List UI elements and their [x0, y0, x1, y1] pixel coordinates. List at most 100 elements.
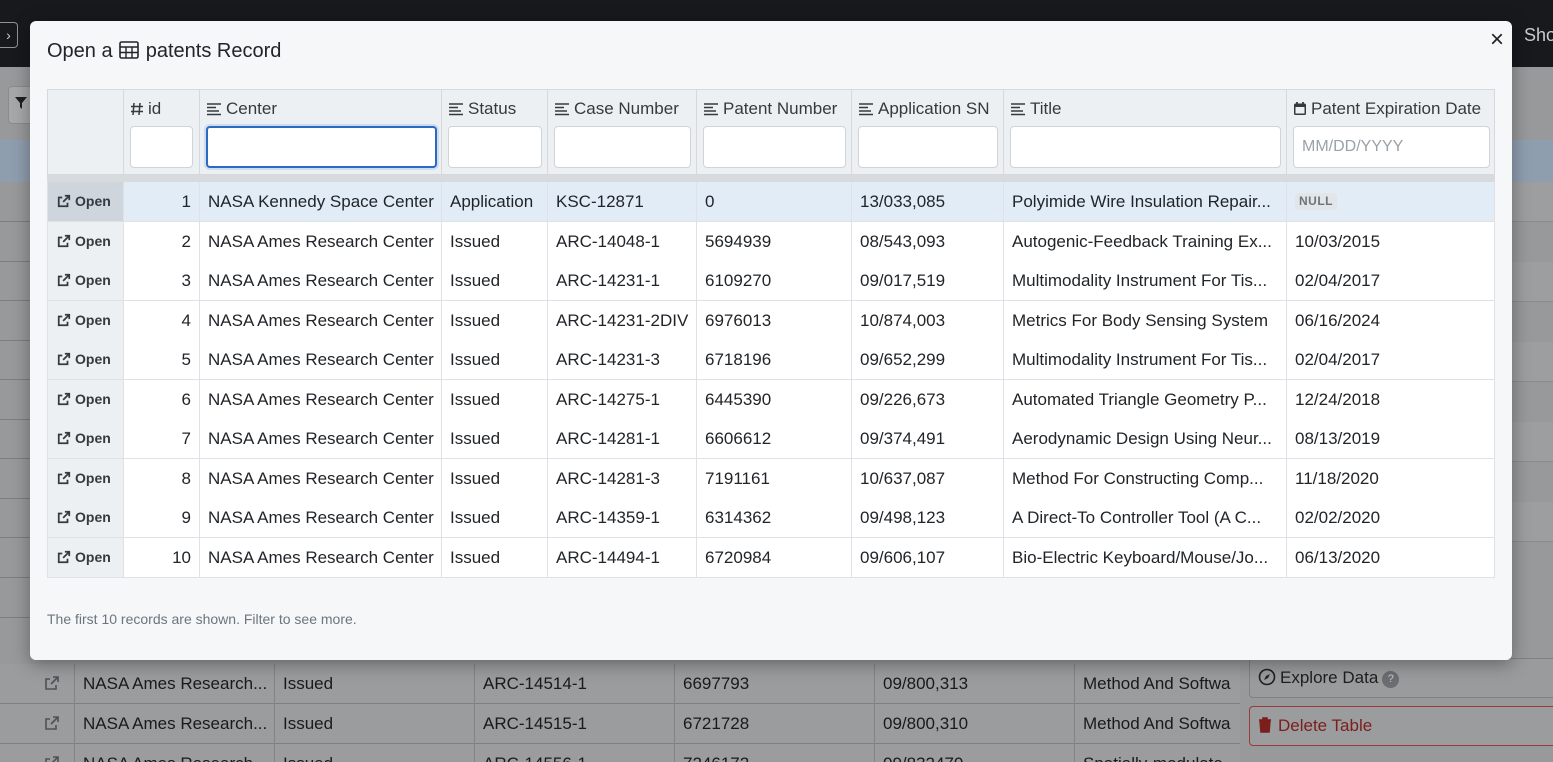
column-header-status: Status [441, 90, 547, 176]
open-record-button[interactable]: Open [48, 498, 123, 537]
column-label: id [148, 99, 162, 118]
column-label: Case Number [574, 99, 679, 118]
case-number-cell: ARC-14231-2DIV [547, 300, 696, 340]
id-cell: 2 [123, 221, 199, 261]
title-cell: Method And Softwa [1074, 664, 1240, 704]
status-cell: Issued [274, 704, 474, 744]
status-cell: Issued [441, 300, 547, 340]
open-record-button[interactable]: Open [48, 379, 123, 419]
expiration-date-filter-input[interactable] [1293, 126, 1490, 168]
column-label: Center [226, 99, 278, 118]
modal-title-prefix: Open a [47, 40, 113, 62]
patent-number-cell: 6314362 [696, 498, 851, 537]
open-record-button[interactable]: Open [48, 221, 123, 261]
table-row[interactable]: NASA Ames Research... Issued ARC-14515-1… [0, 704, 1240, 744]
sidebar-toggle-icon[interactable]: › [0, 22, 18, 48]
status-filter-input[interactable] [448, 126, 542, 168]
table-row[interactable]: Open 4 NASA Ames Research Center Issued ARC-… [47, 300, 1495, 341]
open-link-icon[interactable] [44, 675, 60, 695]
table-row[interactable]: Open 5 NASA Ames Research Center Issued ARC-… [47, 340, 1495, 380]
text-icon [1011, 103, 1025, 116]
status-cell: Issued [274, 744, 474, 762]
patent-number-cell: 0 [696, 182, 851, 221]
status-cell: Issued [441, 261, 547, 300]
case-number-filter-input[interactable] [554, 126, 691, 168]
patent-number-cell: 5694939 [696, 221, 851, 261]
application-sn-cell: 09/498,123 [851, 498, 1003, 537]
title-filter-input[interactable] [1010, 126, 1281, 168]
text-icon [859, 103, 873, 116]
application-sn-cell: 09/374,491 [851, 419, 1003, 458]
open-record-button[interactable]: Open [48, 182, 123, 221]
table-row[interactable]: NASA Ames Research... Issued ARC-14556-1… [0, 744, 1240, 762]
delete-table-button[interactable]: Delete Table [1249, 706, 1553, 746]
column-header-center: Center [199, 90, 441, 176]
table-row[interactable]: Open 10 NASA Ames Research Center Issued ARC… [47, 537, 1495, 578]
application-sn-cell: 09/800,313 [874, 664, 1074, 704]
center-cell: NASA Ames Research... [74, 744, 274, 762]
title-cell: Multimodality Instrument For Tis... [1003, 340, 1286, 379]
table-row[interactable]: Open 8 NASA Ames Research Center Issued ARC-… [47, 458, 1495, 499]
case-number-cell: ARC-14515-1 [474, 704, 674, 744]
title-cell: Automated Triangle Geometry P... [1003, 379, 1286, 419]
patent-number-cell: 7191161 [696, 458, 851, 498]
case-number-cell: ARC-14048-1 [547, 221, 696, 261]
open-record-button[interactable]: Open [48, 340, 123, 379]
table-row[interactable]: Open 2 NASA Ames Research Center Issued ARC-… [47, 221, 1495, 262]
case-number-cell: ARC-14281-3 [547, 458, 696, 498]
status-cell: Issued [274, 664, 474, 704]
open-label: Open [75, 232, 111, 249]
status-cell: Issued [441, 458, 547, 498]
center-filter-input[interactable] [206, 126, 437, 168]
id-filter-input[interactable] [130, 126, 193, 168]
patent-number-cell: 6721728 [674, 704, 874, 744]
topbar-right-text[interactable]: Sho [1524, 25, 1553, 46]
open-record-button[interactable]: Open [48, 419, 123, 458]
open-record-button[interactable]: Open [48, 300, 123, 340]
table-row[interactable]: Open 6 NASA Ames Research Center Issued ARC-… [47, 379, 1495, 420]
title-cell: Polyimide Wire Insulation Repair... [1003, 182, 1286, 221]
open-label: Open [75, 193, 111, 209]
external-link-icon [57, 510, 71, 524]
center-cell: NASA Ames Research Center [199, 458, 441, 498]
table-icon [119, 41, 139, 65]
modal-title: Open a patents Record [47, 40, 281, 65]
patent-number-cell: 6606612 [696, 419, 851, 458]
application-sn-cell: 13/033,085 [851, 182, 1003, 221]
center-cell: NASA Ames Research Center [199, 221, 441, 261]
id-cell: 9 [123, 498, 199, 537]
table-row[interactable]: Open 3 NASA Ames Research Center Issued ARC-… [47, 261, 1495, 301]
explore-data-button[interactable]: Explore Data? [1249, 658, 1553, 698]
delete-table-label: Delete Table [1278, 716, 1373, 735]
external-link-icon [57, 392, 71, 405]
open-label: Open [75, 469, 111, 486]
center-cell: NASA Ames Research Center [199, 537, 441, 577]
title-cell: Aerodynamic Design Using Neur... [1003, 419, 1286, 458]
case-number-cell: KSC-12871 [547, 182, 696, 221]
open-record-button[interactable]: Open [48, 261, 123, 300]
open-link-icon[interactable] [44, 715, 60, 735]
case-number-cell: ARC-14231-3 [547, 340, 696, 379]
open-label: Open [75, 509, 111, 525]
application-sn-filter-input[interactable] [858, 126, 998, 168]
title-cell: Method And Softwa [1074, 704, 1240, 744]
expiration-date-cell: 11/18/2020 [1286, 458, 1494, 498]
table-row[interactable]: Open 7 NASA Ames Research Center Issued ARC-… [47, 419, 1495, 459]
application-sn-cell: 10/874,003 [851, 300, 1003, 340]
header-divider [47, 175, 1495, 182]
open-record-button[interactable]: Open [48, 537, 123, 577]
modal-title-suffix: Record [216, 40, 282, 62]
close-button[interactable]: × [1485, 26, 1509, 54]
patent-number-filter-input[interactable] [703, 126, 846, 168]
center-cell: NASA Ames Research Center [199, 419, 441, 458]
table-row[interactable]: Open 1 NASA Kennedy Space Center Applicatio… [47, 182, 1495, 222]
open-record-button[interactable]: Open [48, 458, 123, 498]
expiration-date-cell: 12/24/2018 [1286, 379, 1494, 419]
external-link-icon [57, 234, 71, 247]
table-row[interactable]: Open 9 NASA Ames Research Center Issued ARC-… [47, 498, 1495, 538]
table-row[interactable]: NASA Ames Research... Issued ARC-14514-1… [0, 664, 1240, 704]
case-number-cell: ARC-14556-1 [474, 744, 674, 762]
open-link-icon[interactable] [44, 755, 60, 762]
open-label: Open [75, 390, 111, 407]
help-icon[interactable]: ? [1382, 671, 1400, 688]
